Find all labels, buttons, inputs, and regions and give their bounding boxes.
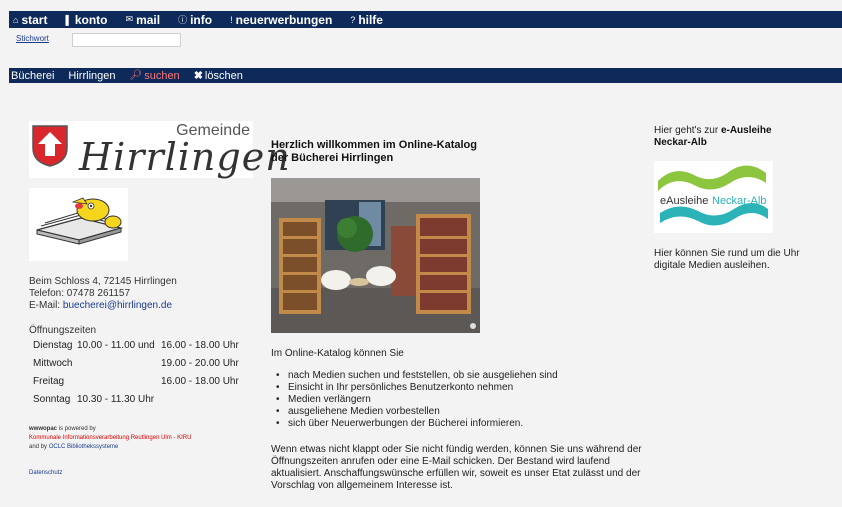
powered-line-3: and by OCLC Bibliothekssysteme	[29, 444, 119, 450]
opening-hours-table: Dienstag 10.00 - 11.00 und 16.00 - 18.00 U…	[33, 340, 239, 412]
logo-name-text: Hirrlingen	[79, 135, 291, 179]
datenschutz-link[interactable]: Datenschutz	[29, 470, 62, 476]
top-navigation-bar: ⌂ start ▌ konto ✉ mail ⓘ info ! neuerwerbunge…	[9, 11, 842, 28]
hours-time-2: 19.00 - 20.00 Uhr	[161, 358, 239, 369]
table-row: Dienstag 10.00 - 11.00 und 16.00 - 18.00 U…	[33, 340, 239, 358]
account-icon: ▌	[65, 14, 72, 25]
home-icon: ⌂	[13, 14, 19, 25]
close-icon: ✖	[193, 70, 203, 82]
mascot-image	[29, 188, 128, 261]
eausleihe-logo: eAusleihe Neckar-Alb	[658, 165, 768, 226]
eausleihe-logo-text-a: eAusleihe	[660, 195, 708, 207]
eausleihe-logo-text-b: Neckar-Alb	[712, 195, 766, 207]
book-mascot-icon	[36, 197, 124, 245]
list-item: Medien verlängern	[276, 394, 558, 406]
stichwort-link[interactable]: Stichwort	[16, 34, 49, 43]
nav-mail[interactable]: ✉ mail	[126, 13, 161, 27]
new-items-icon: !	[230, 14, 233, 25]
clear-button[interactable]: ✖ löschen	[193, 69, 243, 83]
welcome-heading: Herzlich willkommen im Online-Katalog de…	[271, 139, 477, 164]
contact-info: Beim Schloss 4, 72145 Hirrlingen Telefon…	[29, 276, 177, 312]
hours-day: Mittwoch	[33, 358, 73, 369]
intro-text: Im Online-Katalog können Sie	[271, 348, 404, 359]
hours-time-1: 10.00 - 11.00 und	[77, 340, 155, 351]
stichwort-input[interactable]	[72, 33, 181, 47]
help-icon: ?	[350, 14, 356, 25]
eausleihe-heading: Hier geht's zur e-Ausleihe Neckar-Alb	[654, 125, 772, 148]
coat-of-arms-icon	[32, 125, 68, 167]
hours-time-1: 10.30 - 11.30 Uhr	[77, 394, 155, 405]
search-button[interactable]: 🔎︎ suchen	[130, 70, 180, 82]
gemeinde-logo: Gemeinde Hirrlingen	[29, 121, 290, 179]
kiru-link[interactable]: Kommunale Informationsverarbeitung Reutl…	[29, 434, 191, 443]
nav-hilfe[interactable]: ? hilfe	[350, 13, 383, 27]
email-link[interactable]: buecherei@hirrlingen.de	[63, 300, 172, 311]
hours-time-2: 16.00 - 18.00 Uhr	[161, 340, 239, 351]
search-icon: 🔎︎	[129, 70, 143, 81]
list-item: sich über Neuerwerbungen der Bücherei in…	[276, 418, 558, 430]
table-row: Mittwoch 19.00 - 20.00 Uhr	[33, 358, 239, 376]
oclc-link[interactable]: OCLC Bibliothekssysteme	[49, 444, 119, 450]
eausleihe-description: Hier können Sie rund um die Uhr digitale…	[654, 248, 800, 271]
opening-hours-title: Öffnungszeiten	[29, 325, 97, 336]
phone-text: Telefon: 07478 261157	[29, 288, 131, 299]
hours-day: Freitag	[33, 376, 65, 387]
info-icon: ⓘ	[178, 15, 188, 25]
library-photo	[271, 178, 480, 333]
powered-by: wwwopac is powered by Kommunale Informat…	[29, 425, 191, 452]
list-item: Einsicht in Ihr persönliches Benutzerkon…	[276, 382, 558, 394]
email-row: E-Mail: buecherei@hirrlingen.de	[29, 300, 177, 312]
hours-time-2: 16.00 - 18.00 Uhr	[161, 376, 239, 387]
search-row: Stichwort	[9, 28, 842, 68]
address-text: Beim Schloss 4, 72145 Hirrlingen	[29, 276, 177, 287]
info-paragraph: Wenn etwas nicht klappt oder Sie nicht f…	[271, 444, 642, 491]
hours-time-1	[77, 376, 161, 394]
nav-buecherei[interactable]: Bücherei	[11, 70, 54, 82]
hours-day: Sonntag	[33, 394, 71, 405]
email-label: E-Mail:	[29, 300, 61, 311]
nav-hirrlingen[interactable]: Hirrlingen	[68, 70, 115, 82]
secondary-navigation-bar: Bücherei Hirrlingen 🔎︎ suchen ✖ löschen	[9, 68, 842, 83]
hours-time-1	[77, 358, 161, 376]
nav-konto[interactable]: ▌ konto	[65, 13, 107, 27]
nav-neuerwerbungen[interactable]: ! neuerwerbungen	[230, 13, 332, 27]
list-item: ausgeliehene Medien vorbestellen	[276, 406, 558, 418]
mail-icon: ✉	[125, 14, 134, 24]
library-interior-image	[271, 178, 480, 333]
table-row: Sonntag 10.30 - 11.30 Uhr	[33, 394, 239, 412]
list-item: nach Medien suchen und feststellen, ob s…	[276, 370, 558, 382]
feature-list: nach Medien suchen und feststellen, ob s…	[276, 370, 558, 430]
table-row: Freitag 16.00 - 18.00 Uhr	[33, 376, 239, 394]
powered-line-1: wwwopac is powered by	[29, 426, 96, 432]
eausleihe-logo-link[interactable]: eAusleihe Neckar-Alb	[654, 161, 773, 233]
hours-day: Dienstag	[33, 340, 73, 351]
nav-info[interactable]: ⓘ info	[178, 13, 212, 27]
nav-start[interactable]: ⌂ start	[13, 13, 47, 27]
